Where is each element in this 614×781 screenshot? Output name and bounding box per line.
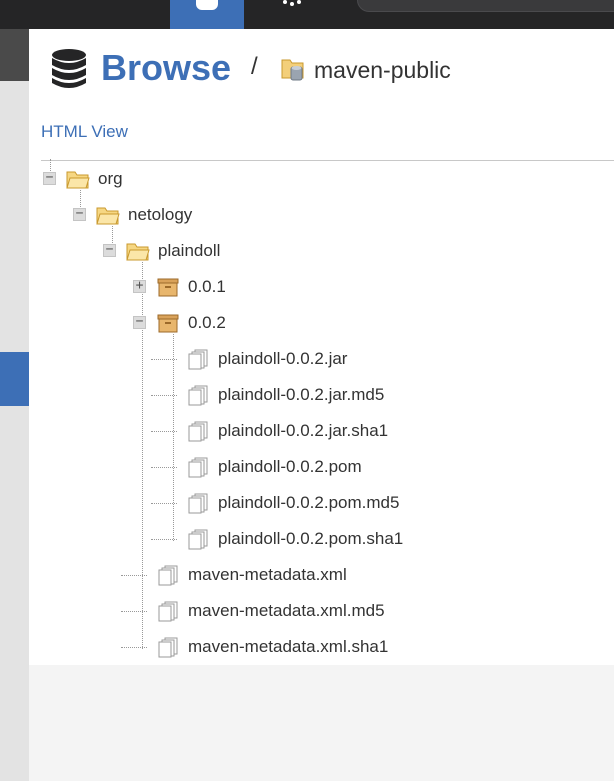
file-stack-icon: [186, 492, 210, 514]
tree-node-component[interactable]: − 0.0.2: [133, 312, 560, 336]
tree-connector-line: [121, 575, 147, 576]
tree-node-asset[interactable]: plaindoll-0.0.2.pom.md5: [151, 492, 560, 516]
tree-node-folder[interactable]: − plaindoll: [103, 240, 560, 264]
file-stack-icon: [186, 384, 210, 406]
tree-node-component[interactable]: +0.0.1: [133, 276, 560, 300]
tree-node-label: plaindoll-0.0.2.jar.sha1: [218, 421, 389, 440]
tree-node-label: plaindoll-0.0.2.jar: [218, 349, 348, 368]
tree-node-label: 0.0.2: [188, 313, 226, 332]
tree-node-asset[interactable]: maven-metadata.xml.sha1: [121, 636, 560, 660]
tree-node-label: org: [98, 169, 123, 188]
folder-open-icon: [96, 204, 120, 226]
tree-connector-line: [151, 359, 177, 360]
tree-node-label: plaindoll-0.0.2.pom.sha1: [218, 529, 404, 548]
tree-node-asset[interactable]: plaindoll-0.0.2.pom.sha1: [151, 528, 560, 552]
file-stack-icon: [186, 528, 210, 550]
collapse-icon[interactable]: −: [73, 207, 86, 221]
tree-node-asset[interactable]: plaindoll-0.0.2.jar.sha1: [151, 420, 560, 444]
tree-node-label: plaindoll-0.0.2.pom.md5: [218, 493, 400, 512]
tree-node-label: plaindoll-0.0.2.pom: [218, 457, 362, 476]
tree-connector-line: [151, 431, 177, 432]
tree-node-label: 0.0.1: [188, 277, 226, 296]
tree-node-asset[interactable]: maven-metadata.xml.md5: [121, 600, 560, 624]
file-stack-icon: [186, 348, 210, 370]
file-stack-icon: [186, 456, 210, 478]
tree-node-folder[interactable]: − org: [43, 168, 560, 192]
tree-node-label: maven-metadata.xml.md5: [188, 601, 385, 620]
folder-open-icon: [66, 168, 90, 190]
tree-node-asset[interactable]: plaindoll-0.0.2.jar.md5: [151, 384, 560, 408]
file-stack-icon: [156, 636, 180, 658]
expand-icon[interactable]: +: [133, 279, 146, 293]
tree-connector-line: [151, 539, 177, 540]
package-box-icon: [156, 312, 180, 334]
file-stack-icon: [186, 420, 210, 442]
package-box-icon: [156, 276, 180, 298]
tree-node-asset[interactable]: maven-metadata.xml: [121, 564, 560, 588]
file-stack-icon: [156, 600, 180, 622]
tree-node-asset[interactable]: plaindoll-0.0.2.jar: [151, 348, 560, 372]
file-tree: − org − netology − plaindoll +0.0.1 − 0.0.2 plain…: [0, 0, 614, 781]
collapse-icon[interactable]: −: [43, 171, 56, 185]
tree-node-label: maven-metadata.xml: [188, 565, 347, 584]
tree-connector-line: [151, 503, 177, 504]
collapse-icon[interactable]: −: [103, 243, 116, 257]
folder-open-icon: [126, 240, 150, 262]
collapse-icon[interactable]: −: [133, 315, 146, 329]
tree-connector-line: [151, 395, 177, 396]
tree-connector-line: [151, 467, 177, 468]
tree-node-asset[interactable]: plaindoll-0.0.2.pom: [151, 456, 560, 480]
tree-connector-line: [121, 611, 147, 612]
tree-node-label: maven-metadata.xml.sha1: [188, 637, 389, 656]
file-stack-icon: [156, 564, 180, 586]
tree-node-label: plaindoll-0.0.2.jar.md5: [218, 385, 385, 404]
tree-node-label: plaindoll: [158, 241, 221, 260]
tree-node-folder[interactable]: − netology: [73, 204, 560, 228]
tree-node-label: netology: [128, 205, 193, 224]
tree-connector-line: [121, 647, 147, 648]
